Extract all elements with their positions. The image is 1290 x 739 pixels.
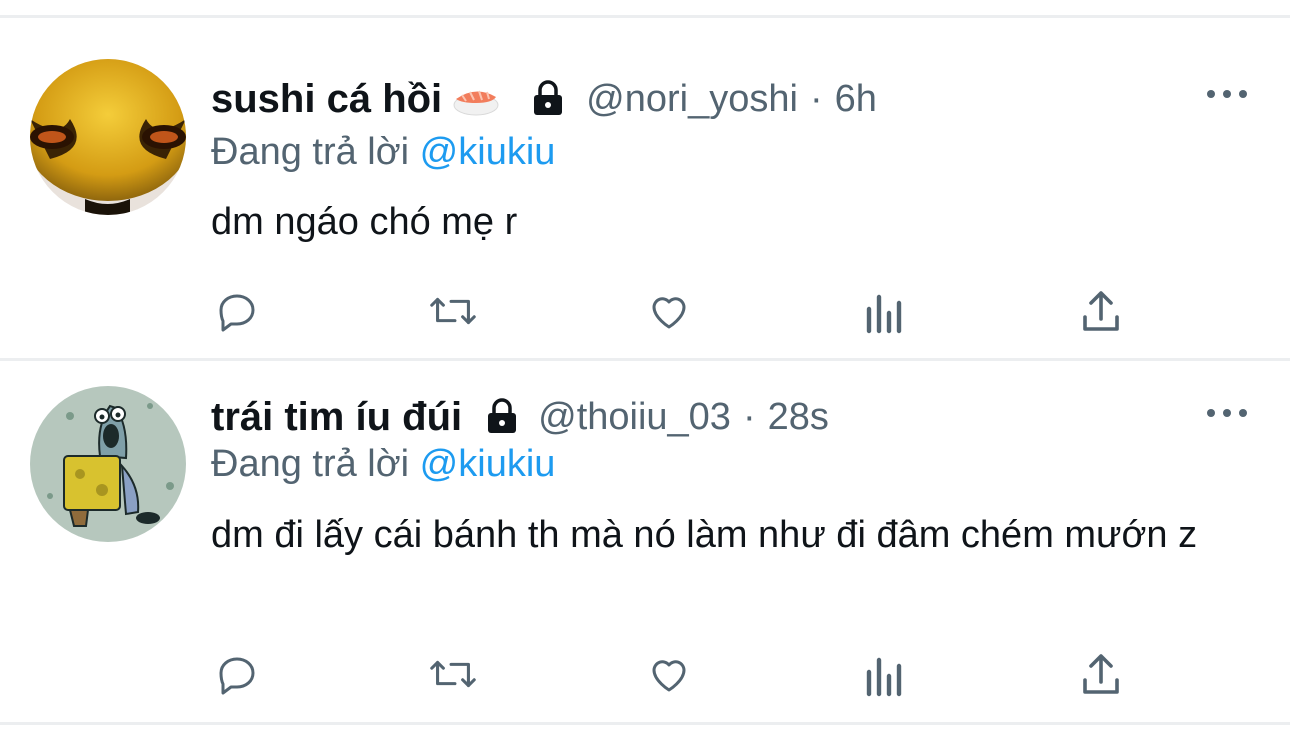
more-options-icon[interactable] [1207, 84, 1247, 104]
avatar[interactable] [30, 386, 186, 542]
replying-prefix: Đang trả lời [211, 443, 410, 485]
timestamp[interactable]: 6h [835, 78, 877, 121]
bottom-divider [0, 722, 1290, 725]
retweet-icon[interactable] [426, 647, 480, 701]
mention-link[interactable]: @kiukiu [420, 131, 556, 173]
like-icon[interactable] [642, 647, 696, 701]
mention-link[interactable]: @kiukiu [420, 443, 556, 485]
sushi-icon [452, 81, 500, 117]
tweet-text: dm đi lấy cái bánh th mà nó làm như đi đ… [211, 514, 1198, 556]
analytics-icon[interactable] [858, 647, 912, 701]
user-handle[interactable]: @nori_yoshi [586, 78, 798, 121]
separator-dot: · [742, 395, 756, 438]
replying-to: Đang trả lời @kiukiu [211, 131, 555, 174]
display-name[interactable]: trái tim íu đúi [211, 395, 462, 440]
like-icon[interactable] [642, 284, 696, 338]
reply-icon[interactable] [210, 647, 264, 701]
lock-icon [482, 397, 522, 437]
more-options-icon[interactable] [1207, 403, 1247, 423]
separator-dot: · [809, 77, 823, 120]
replying-to: Đang trả lời @kiukiu [211, 443, 555, 486]
replying-prefix: Đang trả lời [211, 131, 410, 173]
lock-icon [528, 79, 568, 119]
tweet-text: dm ngáo chó mẹ r [211, 201, 518, 243]
tweet-header: sushi cá hồi @nori_yoshi · 6h [211, 74, 877, 124]
tweet-header: trái tim íu đúi @thoiiu_03 · 28s [211, 392, 829, 442]
retweet-icon[interactable] [426, 284, 480, 338]
tweet-1[interactable]: sushi cá hồi @nori_yoshi · 6h Đang trả l… [0, 0, 1290, 358]
avatar[interactable] [30, 59, 186, 215]
reply-icon[interactable] [210, 284, 264, 338]
share-icon[interactable] [1074, 284, 1128, 338]
share-icon[interactable] [1074, 647, 1128, 701]
user-handle[interactable]: @thoiiu_03 [538, 396, 731, 439]
display-name[interactable]: sushi cá hồi [211, 77, 442, 122]
timestamp[interactable]: 28s [768, 396, 829, 439]
analytics-icon[interactable] [858, 284, 912, 338]
tweet-2[interactable]: trái tim íu đúi @thoiiu_03 · 28s Đang tr… [0, 361, 1290, 723]
